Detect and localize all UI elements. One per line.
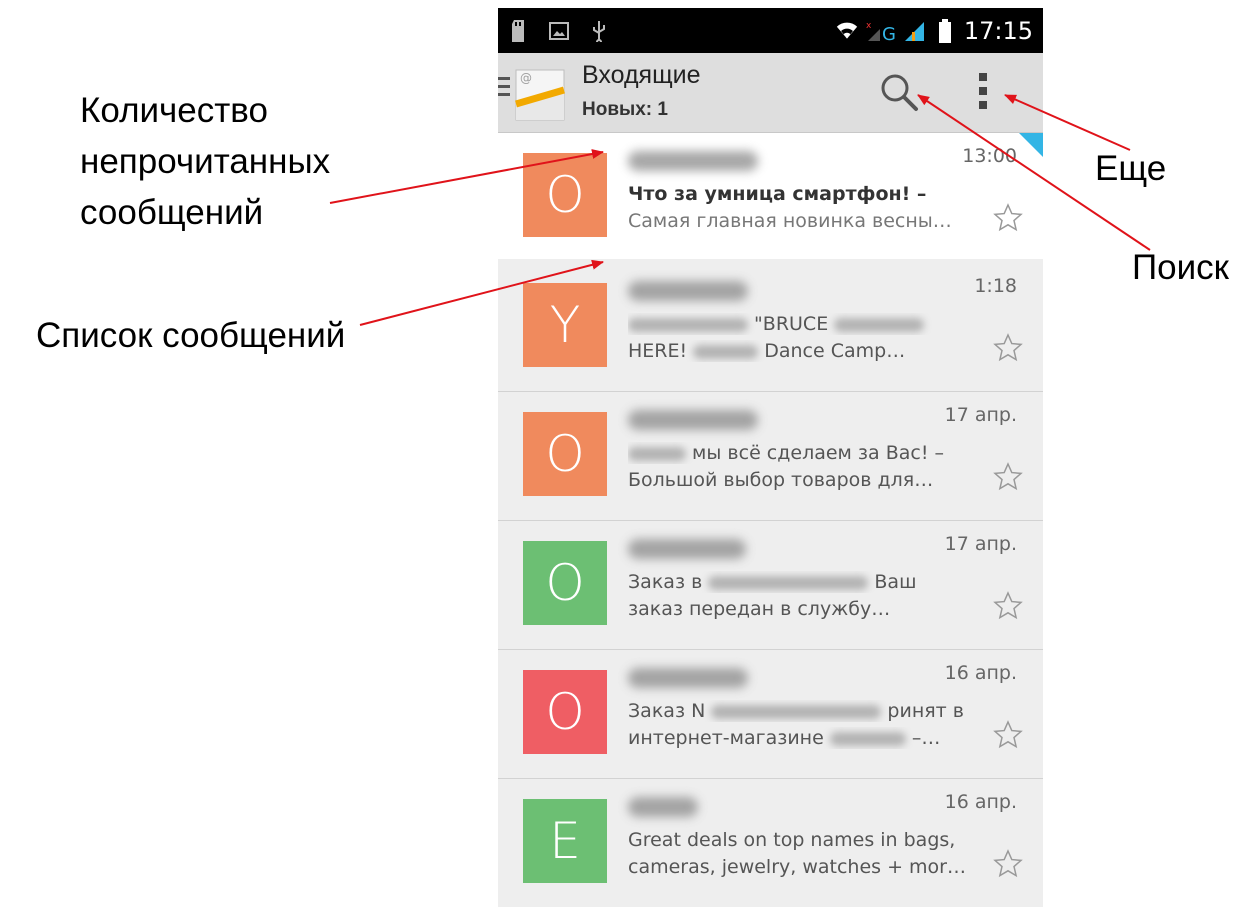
wifi-icon bbox=[836, 20, 858, 42]
subject-fragment: ринят в bbox=[887, 700, 964, 722]
message-list[interactable]: О 13:00 Что за умница смартфон! – Самая … bbox=[498, 133, 1043, 907]
subject-fragment: Заказ в bbox=[628, 571, 703, 593]
message-date: 16 апр. bbox=[944, 662, 1017, 684]
unread-marker bbox=[1019, 133, 1043, 157]
snippet-fragment: HERE! bbox=[628, 340, 688, 362]
subject-fragment: мы всё сделаем за Вас! – bbox=[692, 442, 944, 464]
message-subject: Great deals on top names in bags, bbox=[628, 829, 956, 851]
message-subject: мы всё сделаем за Вас! – bbox=[628, 442, 988, 464]
snippet-fragment: –… bbox=[911, 727, 941, 749]
message-snippet: заказ передан в службу… bbox=[628, 598, 891, 620]
signal-sim2-icon bbox=[904, 20, 930, 42]
message-snippet: интернет-магазине –… bbox=[628, 727, 973, 749]
sender-redacted bbox=[628, 668, 748, 688]
message-snippet: cameras, jewelry, watches + mor… bbox=[628, 856, 966, 878]
message-list-callout: Список сообщений bbox=[36, 316, 346, 355]
usb-icon bbox=[588, 20, 610, 42]
message-date: 1:18 bbox=[974, 275, 1017, 297]
inbox-title: Входящие bbox=[582, 61, 701, 89]
star-icon[interactable] bbox=[993, 720, 1023, 750]
phone-screen: xG 17:15 @ Входящие Новых: 1 О 13:00 Что… bbox=[498, 8, 1043, 907]
message-date: 17 апр. bbox=[944, 404, 1017, 426]
list-item[interactable]: О 17 апр. Заказ в Ваш заказ передан в сл… bbox=[498, 521, 1043, 650]
star-icon[interactable] bbox=[993, 591, 1023, 621]
redacted-text bbox=[708, 575, 869, 590]
message-snippet: HERE! Dance Camp… bbox=[628, 340, 973, 362]
star-icon[interactable] bbox=[993, 462, 1023, 492]
star-icon[interactable] bbox=[993, 333, 1023, 363]
message-subject: "BRUCE bbox=[628, 313, 988, 335]
redacted-text bbox=[628, 317, 748, 332]
avatar: Y bbox=[523, 283, 607, 367]
message-date: 16 апр. bbox=[944, 791, 1017, 813]
redacted-text bbox=[628, 446, 686, 461]
search-callout: Поиск bbox=[1132, 248, 1229, 287]
list-item[interactable]: E 16 апр. Great deals on top names in ba… bbox=[498, 779, 1043, 907]
battery-icon bbox=[938, 18, 952, 43]
sd-card-icon bbox=[508, 19, 530, 42]
message-date: 17 апр. bbox=[944, 533, 1017, 555]
email-app-icon[interactable]: @ bbox=[514, 66, 568, 122]
status-time: 17:15 bbox=[963, 16, 1033, 45]
search-icon[interactable] bbox=[878, 71, 922, 115]
redacted-text bbox=[693, 344, 759, 359]
svg-text:x: x bbox=[866, 21, 872, 31]
drawer-indicator-icon[interactable] bbox=[498, 77, 510, 101]
avatar: О bbox=[523, 541, 607, 625]
more-callout: Еще bbox=[1095, 149, 1167, 188]
sender-redacted bbox=[628, 410, 758, 430]
message-snippet: Большой выбор товаров для… bbox=[628, 469, 934, 491]
unread-count-callout: Количество непрочитанных сообщений bbox=[80, 91, 331, 232]
status-bar: xG 17:15 bbox=[498, 8, 1043, 53]
avatar: О bbox=[523, 412, 607, 496]
subject-fragment: Заказ N bbox=[628, 700, 706, 722]
message-subject: Что за умница смартфон! – bbox=[628, 183, 927, 205]
sender-redacted bbox=[628, 539, 746, 559]
star-icon[interactable] bbox=[993, 203, 1023, 233]
signal-sim1-icon: xG bbox=[866, 20, 896, 42]
unread-count: Новых: 1 bbox=[582, 99, 668, 120]
redacted-text bbox=[711, 704, 882, 719]
redacted-text bbox=[834, 317, 925, 332]
overflow-menu-icon[interactable] bbox=[973, 73, 993, 113]
message-snippet: Самая главная новинка весны… bbox=[628, 210, 952, 232]
svg-text:G: G bbox=[882, 24, 896, 42]
message-subject: Заказ N ринят в bbox=[628, 700, 988, 722]
sender-redacted bbox=[628, 151, 758, 171]
avatar: О bbox=[523, 670, 607, 754]
list-item[interactable]: О 17 апр. мы всё сделаем за Вас! – Больш… bbox=[498, 392, 1043, 521]
subject-fragment: "BRUCE bbox=[754, 313, 829, 335]
action-bar: @ Входящие Новых: 1 bbox=[498, 53, 1043, 133]
avatar: E bbox=[523, 799, 607, 883]
svg-text:@: @ bbox=[520, 71, 532, 85]
snippet-fragment: интернет-магазине bbox=[628, 727, 824, 749]
list-item[interactable]: Y 1:18 "BRUCE HERE! Dance Camp… bbox=[498, 263, 1043, 392]
message-subject: Заказ в Ваш bbox=[628, 571, 988, 593]
sender-redacted bbox=[628, 281, 748, 301]
star-icon[interactable] bbox=[993, 849, 1023, 879]
gallery-icon bbox=[548, 20, 570, 42]
redacted-text bbox=[829, 731, 906, 746]
sender-redacted bbox=[628, 797, 698, 817]
message-date: 13:00 bbox=[962, 145, 1017, 167]
list-item[interactable]: О 13:00 Что за умница смартфон! – Самая … bbox=[498, 133, 1043, 259]
snippet-fragment: Dance Camp… bbox=[764, 340, 906, 362]
subject-fragment: Ваш bbox=[874, 571, 917, 593]
list-item[interactable]: О 16 апр. Заказ N ринят в интернет-магаз… bbox=[498, 650, 1043, 779]
avatar: О bbox=[523, 153, 607, 237]
